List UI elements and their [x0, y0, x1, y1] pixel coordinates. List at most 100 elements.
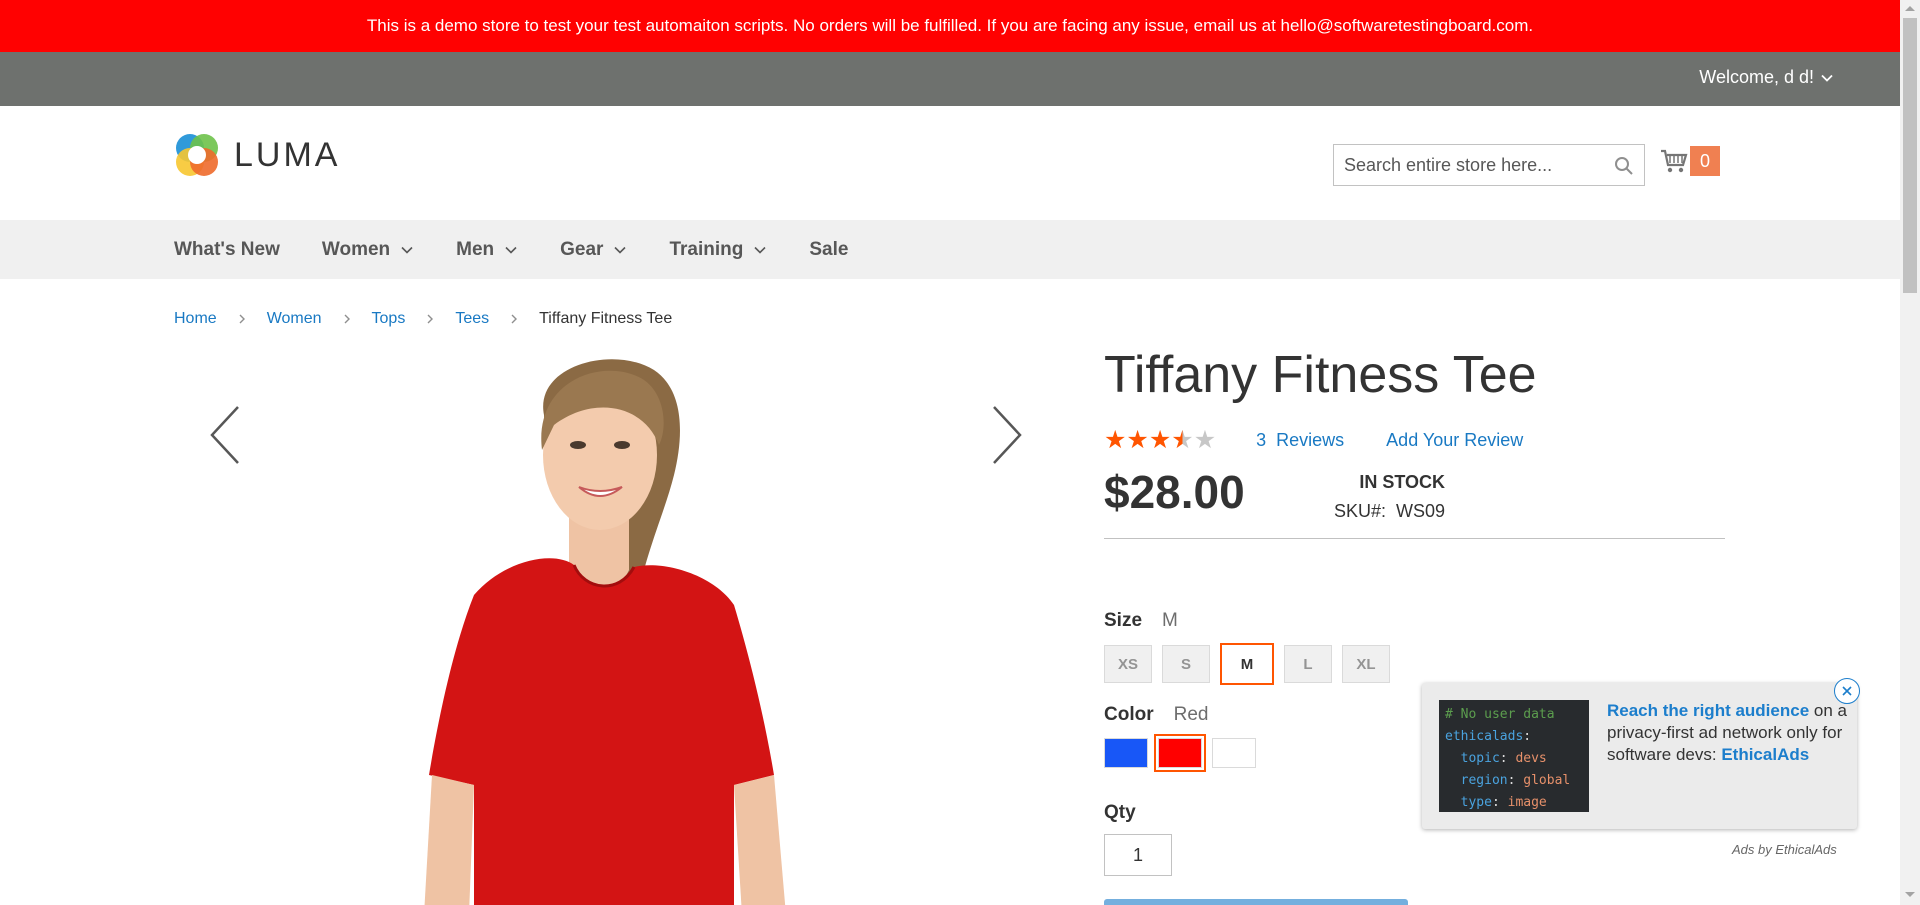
color-label: Color	[1104, 704, 1154, 725]
nav-item-men[interactable]: Men	[456, 239, 518, 261]
color-swatches	[1104, 734, 1256, 772]
ad-code-line: topic: devs	[1445, 748, 1583, 770]
ad-code-colon: :	[1491, 795, 1500, 810]
nav-item-label: Gear	[560, 238, 604, 260]
divider	[1104, 538, 1725, 539]
page: This is a demo store to test your test a…	[0, 0, 1920, 905]
stock-status: In stock	[1359, 472, 1445, 492]
ad-code-value: image	[1499, 795, 1547, 810]
breadcrumb-link[interactable]: Tees	[455, 310, 489, 328]
search-input[interactable]	[1344, 154, 1614, 176]
demo-banner-text: This is a demo store to test your test a…	[366, 16, 1534, 35]
nav-item-sale[interactable]: Sale	[809, 239, 848, 261]
customer-menu[interactable]: Welcome, d d!	[1699, 67, 1834, 88]
scroll-down-arrow-icon[interactable]	[1904, 891, 1916, 899]
product-title: Tiffany Fitness Tee	[1104, 346, 1537, 404]
product-gallery	[174, 355, 1034, 905]
chevron-down-icon	[1821, 74, 1833, 82]
scroll-up-arrow-icon[interactable]	[1904, 4, 1916, 12]
welcome-text: Welcome, d d!	[1699, 67, 1814, 87]
product-price: $28.00	[1104, 466, 1245, 518]
logo-text: LUMA	[234, 135, 341, 174]
nav-item-label: Men	[456, 238, 495, 260]
breadcrumb: Home Women Tops Tees Tiffany Fitness Tee	[174, 310, 672, 328]
ethicalads-ad[interactable]: # No user data ethicalads: topic: devs re…	[1422, 683, 1857, 829]
ad-brand-link[interactable]: EthicalAds	[1721, 745, 1809, 764]
size-swatch-l[interactable]: L	[1284, 645, 1332, 683]
breadcrumb-link[interactable]: Women	[267, 310, 322, 328]
sku-value: WS09	[1395, 501, 1445, 521]
search-box	[1333, 144, 1645, 186]
star-icon: ★	[1171, 426, 1194, 454]
breadcrumb-link[interactable]: Home	[174, 310, 217, 328]
nav-item-label: Women	[321, 238, 391, 260]
gallery-prev-arrow[interactable]	[208, 405, 242, 465]
color-swatch-red[interactable]	[1154, 734, 1206, 772]
minicart[interactable]: 0	[1660, 146, 1720, 176]
ad-code-key: region	[1445, 773, 1508, 788]
luma-logo-icon	[176, 134, 218, 176]
luma-logo[interactable]: LUMA	[174, 132, 340, 178]
qty-label: Qty	[1104, 802, 1136, 823]
size-selected-value: M	[1162, 610, 1178, 631]
breadcrumb-separator-icon	[344, 314, 350, 324]
demo-banner: This is a demo store to test your test a…	[0, 0, 1900, 52]
nav-item-women[interactable]: Women	[322, 239, 414, 261]
qty-input[interactable]	[1104, 834, 1172, 876]
ad-headline[interactable]: Reach the right audience	[1607, 701, 1809, 720]
gallery-next-arrow[interactable]	[990, 405, 1024, 465]
nav-item-training[interactable]: Training	[669, 239, 767, 261]
size-swatches: XS S M L XL	[1104, 643, 1390, 685]
star-icon: ★	[1126, 426, 1149, 454]
close-icon	[1842, 686, 1852, 696]
rating-summary: ★ ★ ★ ★ ★ 3 Reviews Add Your Review	[1104, 428, 1523, 453]
ads-by-ethicalads[interactable]: Ads by EthicalAds	[1732, 842, 1837, 857]
size-swatch-xs[interactable]: XS	[1104, 645, 1152, 683]
breadcrumb-link[interactable]: Tops	[372, 310, 406, 328]
add-to-cart-button[interactable]	[1104, 899, 1408, 905]
nav-menu: What's New Women Men Gear Training Sale	[174, 220, 890, 279]
ad-code-line: ethicalads:	[1445, 726, 1583, 748]
cart-icon	[1661, 149, 1688, 173]
ad-text: Reach the right audience on a privacy-fi…	[1607, 700, 1847, 766]
color-swatch-blue[interactable]	[1104, 738, 1148, 768]
ad-code-colon: :	[1499, 751, 1508, 766]
size-option-label: Size M	[1104, 610, 1178, 632]
ad-code-colon: :	[1523, 729, 1532, 744]
breadcrumb-separator-icon	[427, 314, 434, 324]
sku-label: SKU#:	[1333, 501, 1386, 521]
size-swatch-s[interactable]: S	[1162, 645, 1210, 683]
reviews-link[interactable]: 3 Reviews	[1256, 430, 1344, 451]
size-swatch-xl[interactable]: XL	[1342, 645, 1390, 683]
color-swatch-white[interactable]	[1212, 738, 1256, 768]
star-icon: ★	[1193, 426, 1217, 454]
ad-code-comment: # No user data	[1445, 707, 1555, 722]
color-option-label: Color Red	[1104, 704, 1208, 726]
nav-item-what-s-new[interactable]: What's New	[174, 239, 280, 261]
size-label: Size	[1104, 610, 1143, 631]
ad-code-value: devs	[1507, 751, 1547, 766]
scrollbar-thumb[interactable]	[1903, 18, 1917, 293]
cart-count-badge: 0	[1690, 146, 1720, 176]
breadcrumb-current: Tiffany Fitness Tee	[539, 310, 673, 327]
ad-code-value: global	[1515, 773, 1571, 788]
main-navigation: What's New Women Men Gear Training Sale	[0, 220, 1900, 279]
top-bar: Welcome, d d!	[0, 52, 1900, 106]
product-sku: SKU#: WS09	[1334, 501, 1445, 522]
ad-code-key: topic	[1445, 751, 1500, 766]
star-icon: ★	[1104, 426, 1127, 454]
nav-item-label: Sale	[809, 238, 849, 260]
ad-code-image[interactable]: # No user data ethicalads: topic: devs re…	[1439, 700, 1589, 812]
product-image[interactable]	[174, 355, 1034, 905]
chevron-down-icon	[505, 246, 517, 254]
nav-item-label: Training	[669, 238, 744, 260]
ad-close-button[interactable]	[1834, 678, 1860, 704]
search-icon[interactable]	[1614, 156, 1634, 176]
nav-item-gear[interactable]: Gear	[560, 239, 627, 261]
add-review-link[interactable]: Add Your Review	[1386, 430, 1523, 451]
size-swatch-m[interactable]: M	[1220, 643, 1274, 685]
ad-code-line: region: global	[1445, 770, 1583, 792]
chevron-down-icon	[401, 246, 413, 254]
star-icon: ★	[1148, 426, 1172, 454]
header: LUMA 0	[0, 106, 1900, 220]
